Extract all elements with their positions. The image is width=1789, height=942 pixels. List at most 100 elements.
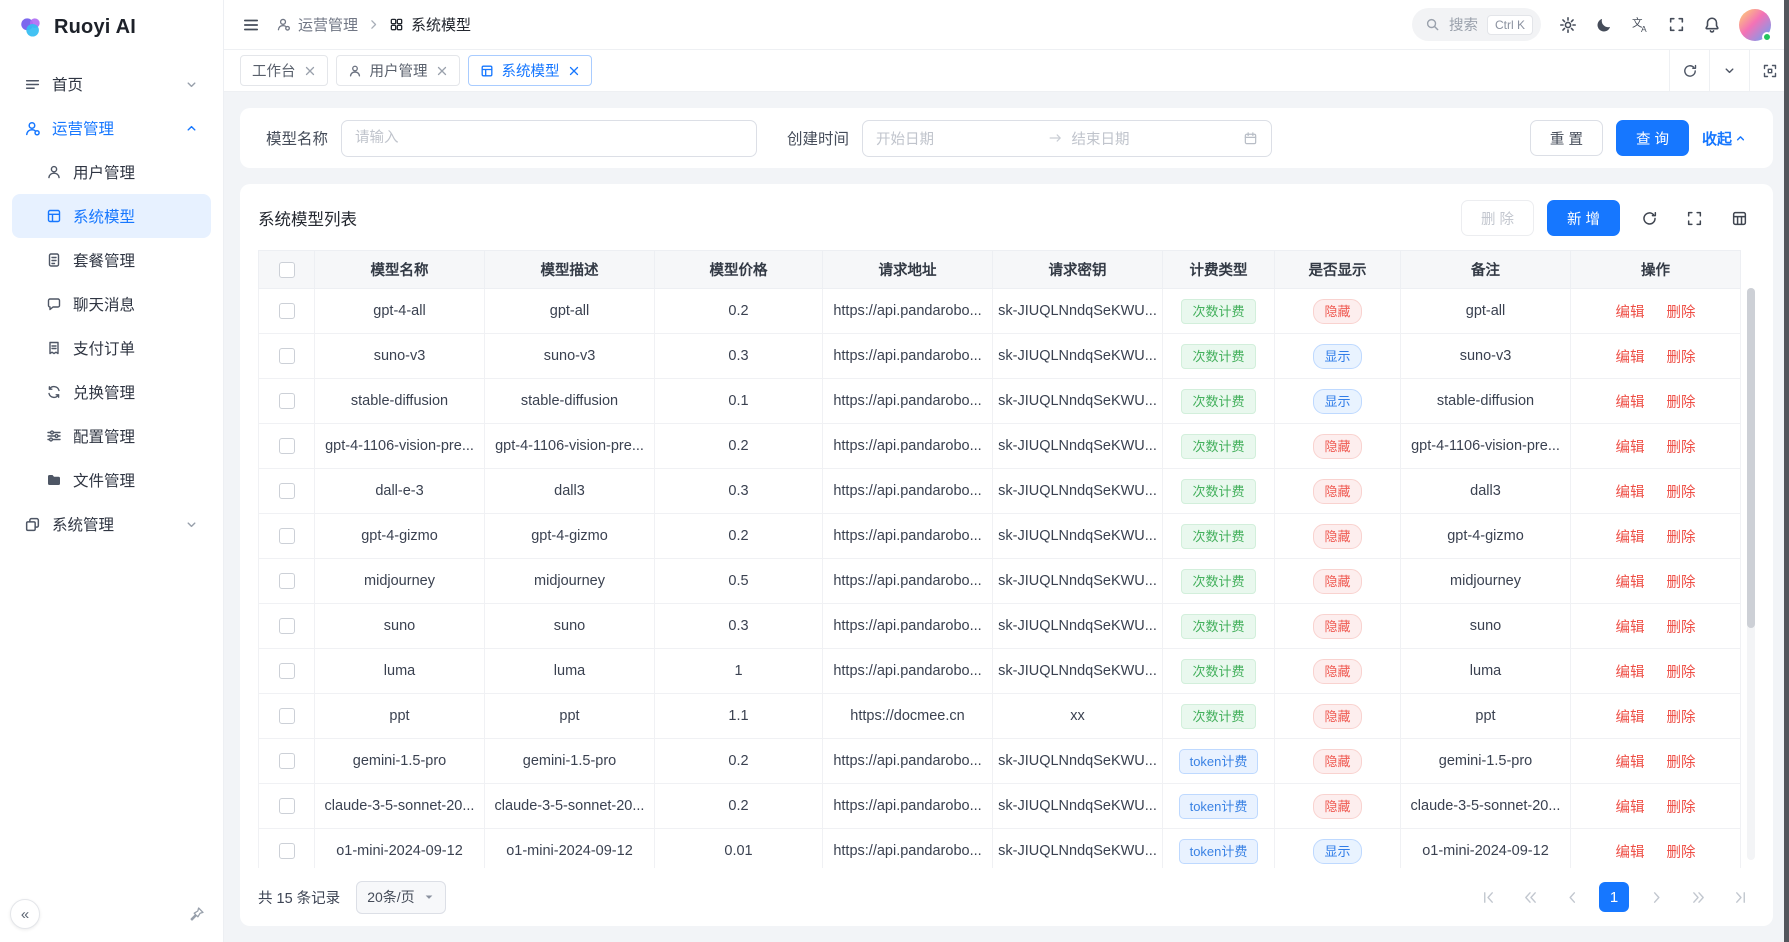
breadcrumb-item-operations[interactable]: 运营管理 [276,14,358,35]
delete-link[interactable]: 删除 [1667,485,1696,501]
row-checkbox[interactable] [279,393,295,409]
edit-link[interactable]: 编辑 [1615,620,1644,636]
prev-page-button[interactable] [1557,882,1587,912]
row-checkbox[interactable] [279,708,295,724]
user-avatar[interactable] [1739,9,1771,41]
sidebar-item-system-model[interactable]: 系统模型 [12,194,211,238]
sidebar-item-config-management[interactable]: 配置管理 [12,414,211,458]
pin-sidebar-button[interactable] [189,906,205,922]
tab-workbench[interactable]: 工作台 [240,55,328,86]
close-icon[interactable] [436,65,448,77]
delete-link[interactable]: 删除 [1667,800,1696,816]
row-checkbox[interactable] [279,573,295,589]
first-page-button[interactable] [1473,882,1503,912]
edit-link[interactable]: 编辑 [1615,755,1644,771]
delete-link[interactable]: 删除 [1667,395,1696,411]
batch-delete-button[interactable]: 删 除 [1461,200,1534,236]
delete-link[interactable]: 删除 [1667,305,1696,321]
edit-link[interactable]: 编辑 [1615,395,1644,411]
delete-link[interactable]: 删除 [1667,575,1696,591]
delete-link[interactable]: 删除 [1667,665,1696,681]
global-search[interactable]: 搜索 Ctrl K [1412,8,1541,41]
next-page-button[interactable] [1641,882,1671,912]
prev-5-pages-button[interactable] [1515,882,1545,912]
page-size-select[interactable]: 20条/页 [356,881,445,914]
theme-toggle-button[interactable] [1595,16,1613,34]
row-checkbox[interactable] [279,483,295,499]
close-icon[interactable] [568,65,580,77]
delete-link[interactable]: 删除 [1667,710,1696,726]
row-checkbox[interactable] [279,528,295,544]
cell-remark: o1-mini-2024-09-12 [1401,829,1571,869]
sidebar-item-system-management[interactable]: 系统管理 [12,502,211,546]
edit-link[interactable]: 编辑 [1615,845,1644,861]
row-checkbox[interactable] [279,348,295,364]
edit-link[interactable]: 编辑 [1615,485,1644,501]
table-scrollbar-thumb[interactable] [1747,288,1755,628]
last-page-button[interactable] [1725,882,1755,912]
page-1-button[interactable]: 1 [1599,882,1629,912]
sidebar-item-payment-orders[interactable]: 支付订单 [12,326,211,370]
fullscreen-button[interactable] [1668,16,1685,33]
model-name-input[interactable] [341,120,757,157]
row-checkbox[interactable] [279,843,295,859]
home-icon [24,76,41,93]
close-icon[interactable] [304,65,316,77]
row-checkbox[interactable] [279,753,295,769]
sidebar-item-package-management[interactable]: 套餐管理 [12,238,211,282]
reset-button[interactable]: 重 置 [1530,120,1603,156]
sidebar-item-exchange-management[interactable]: 兑换管理 [12,370,211,414]
sidebar-collapse-button[interactable]: « [10,899,40,929]
edit-link[interactable]: 编辑 [1615,710,1644,726]
edit-link[interactable]: 编辑 [1615,665,1644,681]
edit-link[interactable]: 编辑 [1615,530,1644,546]
next-5-pages-button[interactable] [1683,882,1713,912]
table-fullscreen-button[interactable] [1678,202,1710,234]
collapse-filter-link[interactable]: 收起 [1702,128,1747,149]
delete-link[interactable]: 删除 [1667,845,1696,861]
delete-link[interactable]: 删除 [1667,350,1696,366]
cell-remark: gpt-4-gizmo [1401,514,1571,559]
edit-link[interactable]: 编辑 [1615,800,1644,816]
edit-link[interactable]: 编辑 [1615,575,1644,591]
delete-link[interactable]: 删除 [1667,440,1696,456]
delete-link[interactable]: 删除 [1667,755,1696,771]
column-settings-button[interactable] [1723,202,1755,234]
refresh-table-button[interactable] [1633,202,1665,234]
sidebar-item-operations[interactable]: 运营管理 [12,106,211,150]
col-visibility: 是否显示 [1275,251,1401,289]
row-checkbox[interactable] [279,663,295,679]
edit-link[interactable]: 编辑 [1615,305,1644,321]
delete-link[interactable]: 删除 [1667,620,1696,636]
sidebar-item-user-management[interactable]: 用户管理 [12,150,211,194]
sidebar-item-chat-messages[interactable]: 聊天消息 [12,282,211,326]
notifications-button[interactable] [1703,16,1721,34]
cell-model-name: dall-e-3 [315,469,485,514]
row-checkbox[interactable] [279,303,295,319]
edit-link[interactable]: 编辑 [1615,440,1644,456]
page-scrollbar[interactable] [1784,0,1789,942]
sidebar-item-home[interactable]: 首页 [12,62,211,106]
table-scrollbar[interactable] [1747,288,1755,860]
select-all-checkbox[interactable] [279,262,295,278]
tab-user-management[interactable]: 用户管理 [336,55,460,86]
row-checkbox[interactable] [279,618,295,634]
query-button[interactable]: 查 询 [1616,120,1689,156]
date-range-picker[interactable]: 开始日期 结束日期 [862,120,1272,157]
sidebar-item-file-management[interactable]: 文件管理 [12,458,211,502]
row-checkbox[interactable] [279,798,295,814]
add-button[interactable]: 新 增 [1547,200,1620,236]
refresh-page-button[interactable] [1669,50,1709,91]
settings-button[interactable] [1559,16,1577,34]
tabs-menu-button[interactable] [1709,50,1749,91]
content-fullscreen-button[interactable] [1749,50,1789,91]
delete-link[interactable]: 删除 [1667,530,1696,546]
row-checkbox[interactable] [279,438,295,454]
tab-system-model[interactable]: 系统模型 [468,55,592,86]
language-button[interactable]: 文A [1631,15,1650,34]
app-logo[interactable]: Ruoyi AI [0,0,223,54]
breadcrumb-item-system-model[interactable]: 系统模型 [389,14,471,35]
edit-link[interactable]: 编辑 [1615,350,1644,366]
menu-toggle-button[interactable] [242,16,260,34]
billing-type-badge: 次数计费 [1181,704,1255,729]
